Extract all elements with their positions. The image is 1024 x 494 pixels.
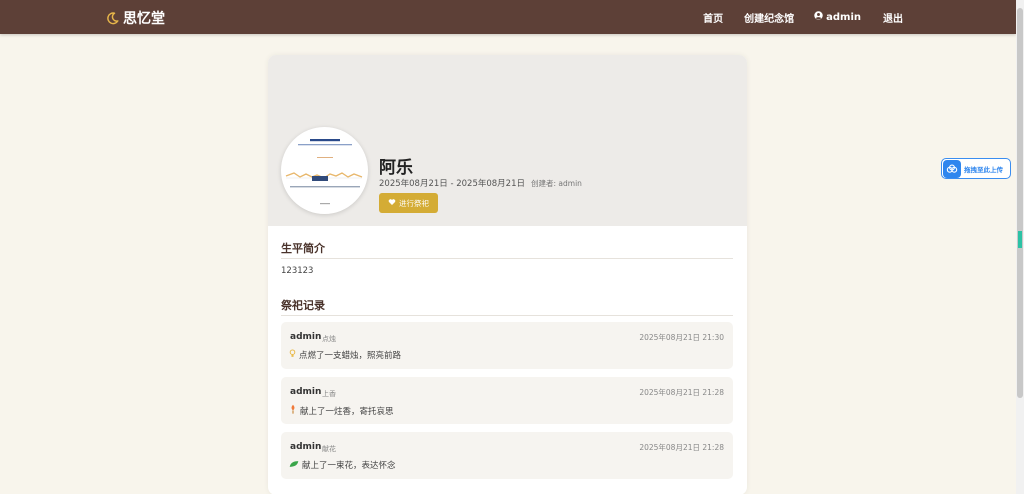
cloud-upload-icon: [943, 159, 961, 178]
bio-divider: [281, 258, 733, 259]
brand-link[interactable]: 思忆堂: [106, 8, 165, 28]
nav-user-link[interactable]: admin: [814, 11, 861, 23]
deceased-name: 阿乐: [379, 158, 413, 178]
record-user: admin: [290, 442, 322, 452]
record-type: 上香: [322, 390, 336, 398]
bio-title: 生平简介: [281, 242, 325, 255]
nav-create-link[interactable]: 创建纪念馆: [744, 10, 794, 25]
memorial-card: 阿乐 2025年08月21日 - 2025年08月21日 创建者: admin …: [268, 55, 747, 494]
avatar: [281, 127, 368, 214]
record-user: admin: [290, 387, 322, 397]
tribute-button[interactable]: 进行祭祀: [379, 193, 438, 213]
tribute-button-label: 进行祭祀: [399, 198, 429, 208]
records-title: 祭祀记录: [281, 299, 325, 312]
nav-user-name: admin: [826, 11, 861, 23]
upload-label: 拖拽至此上传: [964, 165, 1003, 174]
record-message-text: 献上了一炷香，寄托哀思: [300, 406, 394, 417]
record-message: 献上了一束花，表达怀念: [289, 459, 396, 471]
record-time: 2025年08月21日 21:28: [639, 388, 724, 397]
side-tab-marker: [1018, 231, 1022, 248]
bio-text: 123123: [281, 266, 314, 276]
record-message: 点燃了一支蜡烛，照亮前路: [289, 349, 401, 361]
brand-name: 思忆堂: [123, 11, 165, 27]
leaf-icon: [289, 460, 299, 471]
record-message: 献上了一炷香，寄托哀思: [289, 404, 394, 417]
nav-home-link[interactable]: 首页: [703, 10, 723, 25]
record-message-text: 点燃了一支蜡烛，照亮前路: [299, 351, 402, 361]
record-time: 2025年08月21日 21:30: [639, 333, 724, 342]
record-time: 2025年08月21日 21:28: [639, 443, 724, 452]
incense-icon: [289, 404, 297, 417]
nav-logout-link[interactable]: 退出: [883, 10, 903, 25]
records-divider: [281, 315, 733, 316]
heart-icon: [388, 198, 396, 208]
life-dates: 2025年08月21日 - 2025年08月21日 创建者: admin: [379, 177, 582, 189]
list-item: admin 献花 2025年08月21日 21:28 献上了一束花，表达怀念: [281, 432, 733, 479]
date-range: 2025年08月21日 - 2025年08月21日: [379, 179, 525, 189]
record-message-text: 献上了一束花，表达怀念: [302, 461, 396, 471]
creator-label: 创建者: admin: [531, 179, 582, 188]
moon-icon: [106, 11, 119, 25]
nav-links: 首页 创建纪念馆 admin 退出: [703, 0, 903, 34]
list-item: admin 上香 2025年08月21日 21:28 献上了一炷香，寄托哀思: [281, 377, 733, 424]
navbar: 思忆堂 首页 创建纪念馆 admin 退出: [0, 0, 1016, 34]
avatar-image: [284, 130, 365, 211]
scrollbar-thumb[interactable]: [1017, 8, 1023, 398]
lightbulb-icon: [289, 349, 296, 361]
drag-upload-widget[interactable]: 拖拽至此上传: [941, 158, 1011, 179]
record-type: 点烛: [322, 335, 336, 343]
record-user: admin: [290, 332, 322, 342]
list-item: admin 点烛 2025年08月21日 21:30 点燃了一支蜡烛，照亮前路: [281, 322, 733, 369]
record-type: 献花: [322, 445, 336, 453]
user-circle-icon: [814, 11, 823, 23]
